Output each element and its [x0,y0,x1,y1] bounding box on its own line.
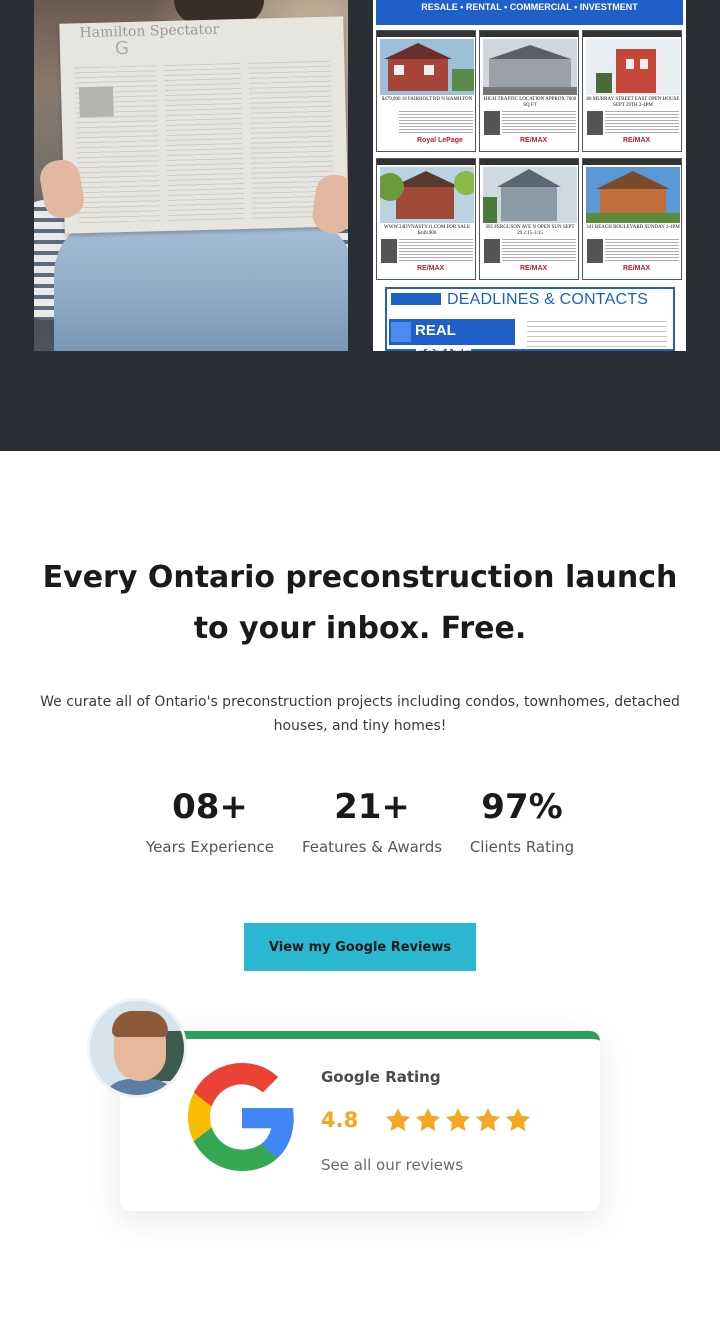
stat-label: Clients Rating [469,838,575,856]
newspaper-reader-photo: Hamilton Spectator G [34,0,348,351]
rating-value: 4.8 [321,1108,359,1132]
star-icon [505,1108,531,1131]
star-rating [384,1106,532,1138]
stat-label: Years Experience [146,838,274,856]
flyer-deadlines-box: DEADLINES & CONTACTS REAL ESTATE [385,287,675,351]
star-icon [415,1108,441,1131]
flyer-listing: 341 BEACH BOULEVARD SUNDAY 2-4PM RE/MAX [582,158,682,280]
page-subtext: We curate all of Ontario's preconstructi… [40,694,680,734]
flyer-listing: WWW.34DYNASTY11.COM FOR SALE $449,900 RE… [376,158,476,280]
page-headline: Every Ontario preconstruction launch to … [42,560,678,646]
avatar [87,998,187,1098]
star-icon [385,1108,411,1131]
stat-years-experience: 08+ Years Experience [138,786,282,856]
stat-value: 21+ [334,787,410,827]
flyer-listing: $479,900 18 FAIRHOLT RD N HAMILTON Royal… [376,30,476,152]
flyer-listing: 80 MURRAY STREET EAST OPEN HOUSE SEPT 29… [582,30,682,152]
view-google-reviews-button[interactable]: View my Google Reviews [244,923,476,971]
stat-value: 08+ [172,787,248,827]
flyer-listing: 395 FERGUSON AVE N OPEN SUN SEPT 29 2:15… [479,158,579,280]
real-estate-flyer-image: RESALE • RENTAL • COMMERCIAL • INVESTMEN… [373,0,686,351]
see-all-reviews-link[interactable]: See all our reviews [321,1156,463,1174]
stat-label: Features & Awards [301,838,443,856]
stat-clients-rating: 97% Clients Rating [462,786,582,856]
stat-features-awards: 21+ Features & Awards [294,786,450,856]
star-icon [475,1108,501,1131]
rating-title: Google Rating [321,1068,441,1086]
stat-value: 97% [481,787,563,827]
star-icon [445,1108,471,1131]
flyer-listing: HIGH TRAFFIC LOCATION APPROX 7000 SQ FT … [479,30,579,152]
google-g-logo-icon [188,1063,294,1171]
stats-row: 08+ Years Experience 21+ Features & Awar… [0,786,720,866]
flyer-header: RESALE • RENTAL • COMMERCIAL • INVESTMEN… [376,0,683,25]
